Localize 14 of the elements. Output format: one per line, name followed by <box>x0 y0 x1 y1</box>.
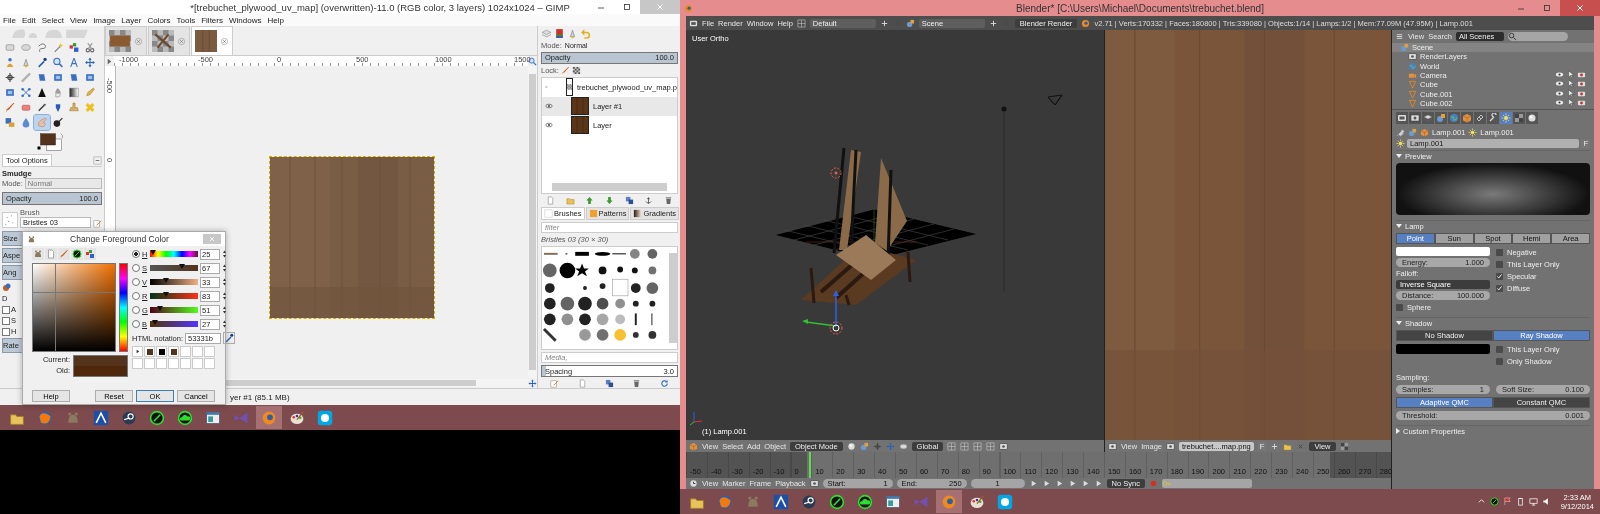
menu-item[interactable]: Select <box>41 15 64 25</box>
menu-item[interactable]: Filters <box>201 15 223 25</box>
menu-item[interactable]: Colors <box>147 15 171 25</box>
menu-item[interactable]: Help <box>267 15 284 25</box>
window-title: *[trebuchet_plywood_uv_map] (overwritten)-11.0 (RGB color, 3 layers) 1024x1024 – GIMP <box>190 1 570 13</box>
status-text: yer #1 (85.1 MB) <box>230 392 290 402</box>
menu-item[interactable]: Tools <box>176 15 196 25</box>
menu-item[interactable]: Edit <box>21 15 36 25</box>
window-title: Blender* [C:\Users\Michael\Documents\trebuchet.blend] <box>1016 2 1264 14</box>
menu-item[interactable]: Image <box>93 15 116 25</box>
menu-item[interactable]: Layer <box>121 15 142 25</box>
menu-item[interactable]: Windows <box>228 15 262 25</box>
menu-item[interactable]: View <box>69 15 88 25</box>
menu-item[interactable]: File <box>3 15 16 25</box>
